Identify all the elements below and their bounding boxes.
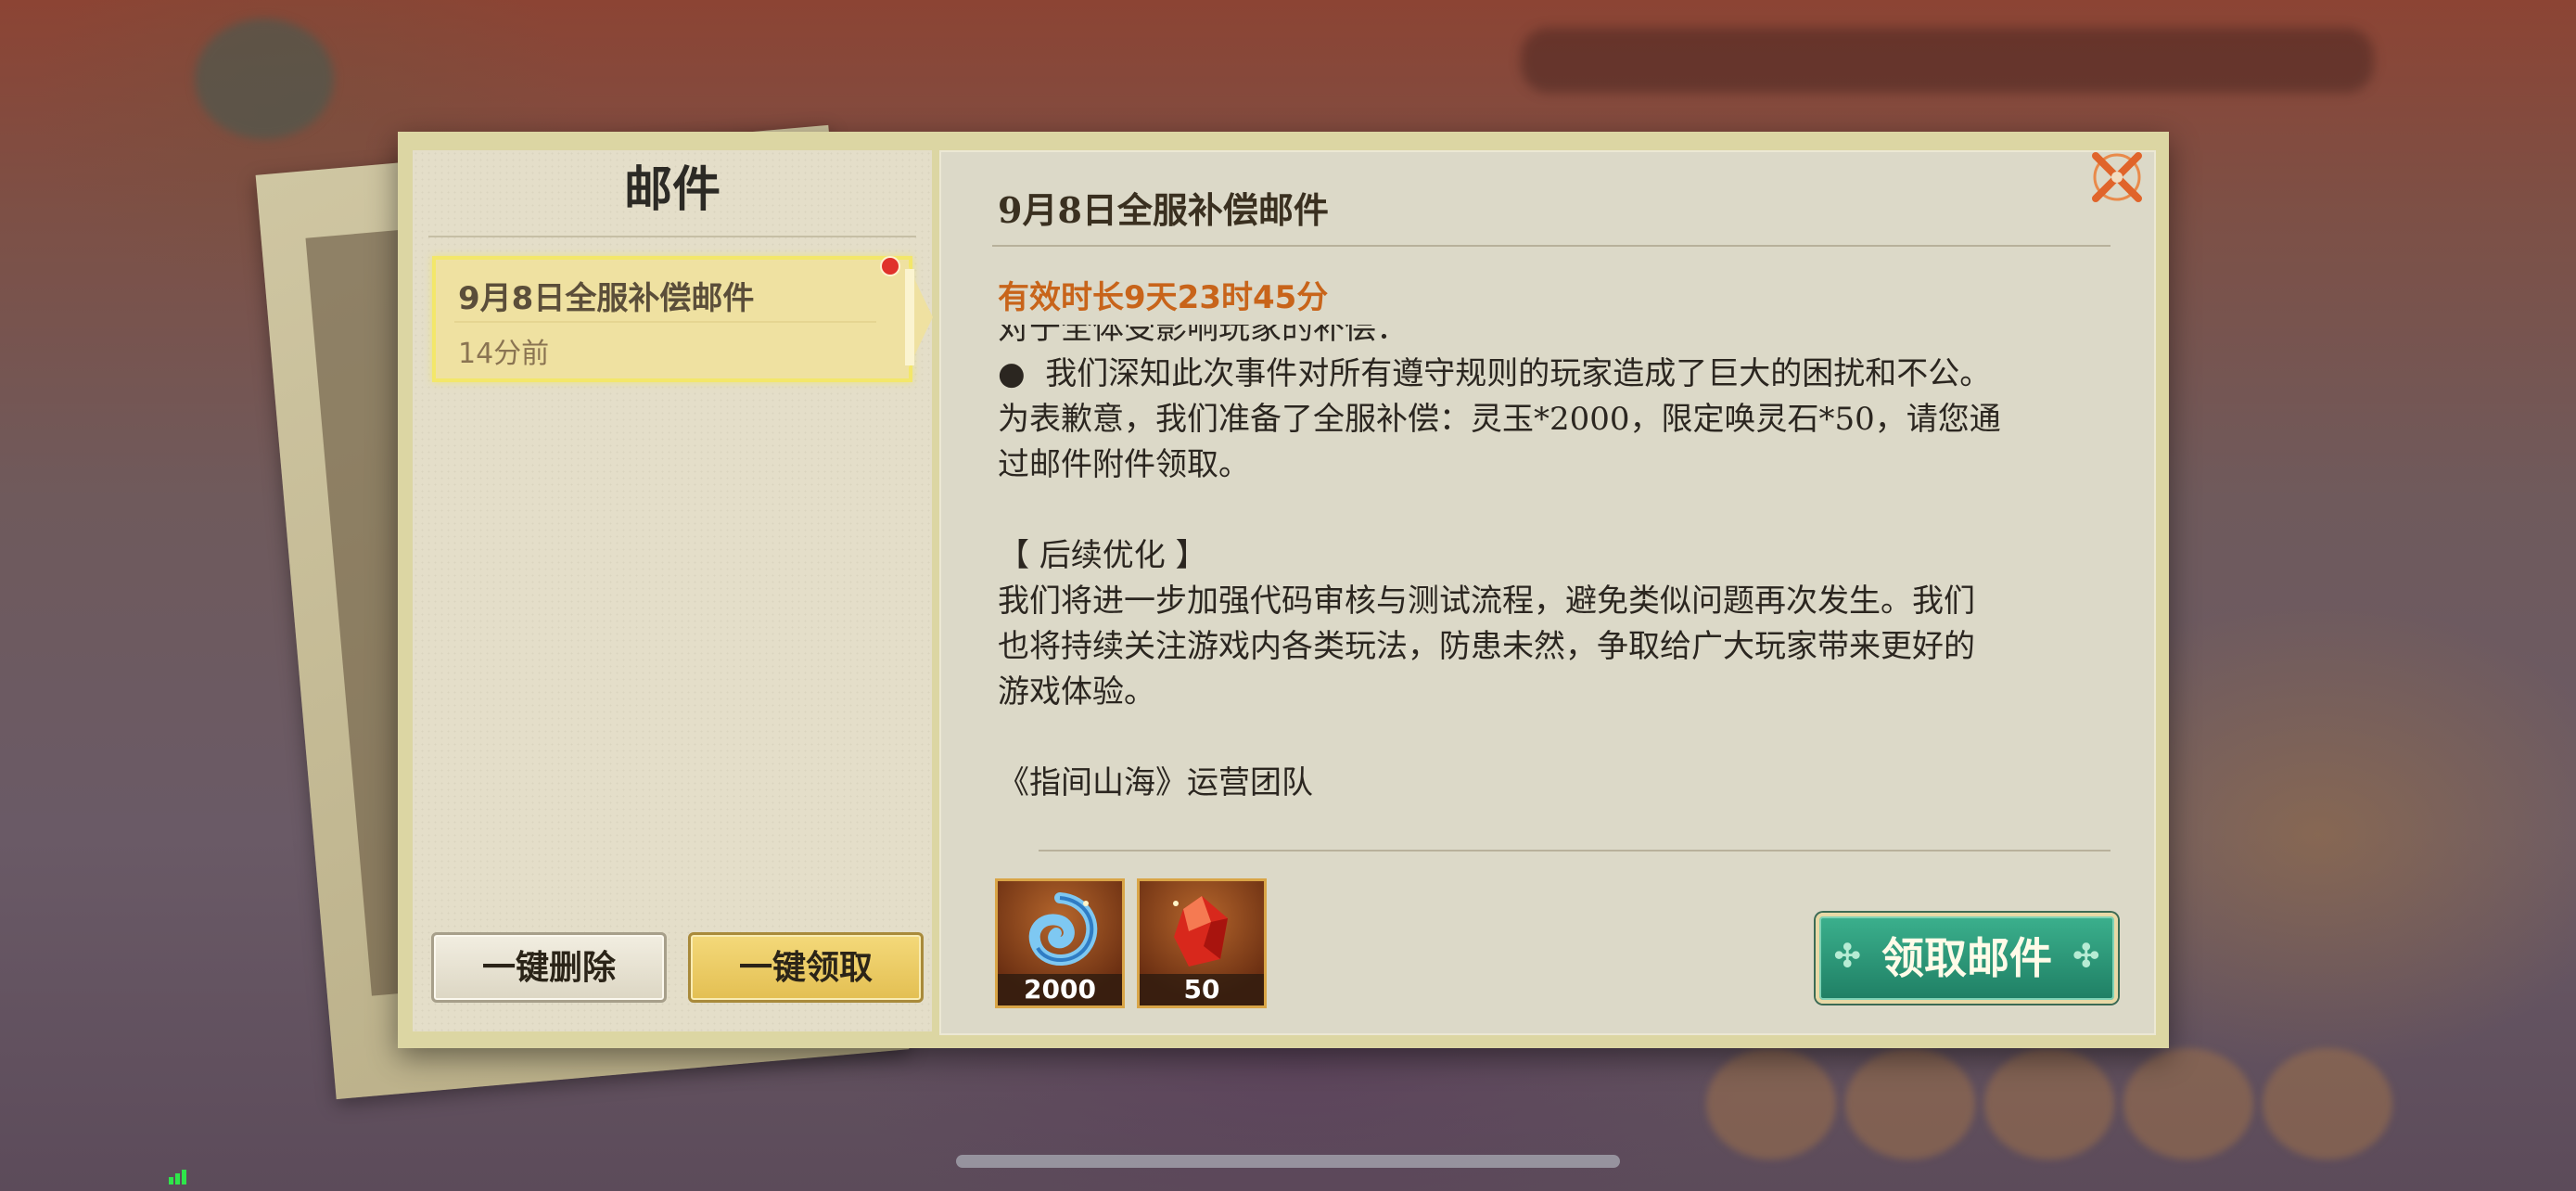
mail-list-item[interactable]: 9月8日全服补偿邮件 14分前 — [432, 256, 933, 382]
summon-stone-icon — [1173, 896, 1228, 967]
unread-dot-icon — [880, 256, 900, 276]
validity-duration: 有效时长9天23时45分 — [998, 279, 1329, 316]
attachment-count: 50 — [1140, 974, 1264, 1005]
attachment-item[interactable]: 50 — [1137, 878, 1267, 1008]
background-button — [1706, 1048, 1836, 1159]
selected-tab-bar — [905, 269, 914, 365]
body-line: 为表歉意，我们准备了全服补偿：灵玉*2000，限定唤灵石*50，请您通 — [998, 401, 2001, 438]
close-icon[interactable] — [2085, 145, 2149, 210]
background-button — [1845, 1048, 1975, 1159]
mail-body: 对于全体受影响玩家的补偿： ● 我们深知此次事件对所有遵守规则的玩家造成了巨大的… — [998, 325, 2111, 806]
signature: 《指间山海》运营团队 — [998, 764, 1313, 801]
background-avatar — [195, 19, 334, 139]
divider — [454, 321, 876, 323]
body-line: 对于全体受影响玩家的补偿： — [998, 325, 1408, 347]
claim-mail-button[interactable]: ✣ 领取邮件 ✣ — [1816, 913, 2118, 1004]
panel-title: 邮件 — [623, 161, 721, 218]
ornament-icon: ✣ — [1834, 938, 1861, 975]
spirit-jade-icon — [1028, 892, 1098, 966]
background-button — [2123, 1048, 2253, 1159]
body-line: 过邮件附件领取。 — [998, 446, 1250, 483]
divider — [992, 245, 2111, 247]
body-line: 游戏体验。 — [998, 673, 1155, 711]
signal-strength-icon — [169, 1167, 188, 1185]
body-line: ● 我们深知此次事件对所有遵守规则的玩家造成了巨大的困扰和不公。 — [998, 355, 1992, 392]
background-top-bar — [1521, 28, 2374, 93]
ornament-icon: ✣ — [2072, 938, 2100, 975]
attachment-count: 2000 — [998, 974, 1122, 1005]
claim-all-button[interactable]: 一键领取 — [688, 932, 924, 1003]
mail-body-scroll[interactable]: 对于全体受影响玩家的补偿： ● 我们深知此次事件对所有遵守规则的玩家造成了巨大的… — [983, 325, 2114, 816]
section-heading: 【 后续优化 】 — [998, 537, 1207, 574]
divider — [428, 236, 916, 237]
background-button — [1984, 1048, 2114, 1159]
mail-title: 9月8日全服补偿邮件 — [998, 189, 1329, 231]
delete-all-button[interactable]: 一键删除 — [431, 932, 667, 1003]
background-button — [2263, 1048, 2392, 1159]
claim-mail-label: 领取邮件 — [1881, 933, 2052, 983]
divider — [1039, 850, 2111, 852]
mail-list-item-title: 9月8日全服补偿邮件 — [458, 280, 755, 317]
attachment-item[interactable]: 2000 — [995, 878, 1125, 1008]
body-line: 也将持续关注游戏内各类玩法，防患未然，争取给广大玩家带来更好的 — [998, 628, 1975, 665]
home-indicator[interactable] — [956, 1155, 1620, 1168]
body-line: 我们将进一步加强代码审核与测试流程，避免类似问题再次发生。我们 — [998, 583, 1975, 620]
mail-list-item-time: 14分前 — [458, 338, 550, 370]
